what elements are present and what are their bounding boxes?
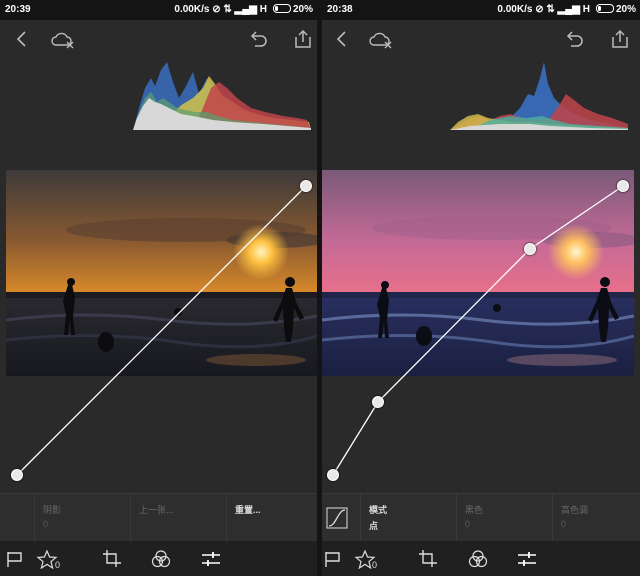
histogram (450, 62, 628, 130)
bottom-toolbar: 0 (0, 541, 317, 576)
control-mode[interactable]: 模式 点 (360, 494, 457, 541)
network-speed: 0.00K/s ⊘ ⇅ ▂▄▆ H (497, 4, 590, 15)
photo-preview (6, 170, 317, 376)
status-bar: 20:38 0.00K/s ⊘ ⇅ ▂▄▆ H 20% (322, 0, 640, 20)
battery-icon (595, 4, 614, 13)
curve-icon (326, 507, 348, 529)
control-mode-value: 点 (369, 521, 379, 531)
status-time: 20:38 (327, 4, 353, 15)
battery-icon (272, 4, 291, 13)
bottom-toolbar: 0 (322, 541, 640, 576)
rating-count: 0 (372, 560, 378, 570)
rating-count: 0 (55, 560, 61, 570)
network-speed: 0.00K/s ⊘ ⇅ ▂▄▆ H (174, 4, 267, 15)
battery-indicator: 20% (272, 4, 313, 15)
curve-mode-button[interactable] (322, 494, 360, 541)
signal-type: H (259, 4, 267, 15)
curve-point-shadows[interactable] (372, 396, 384, 408)
control-shadows-label: 阴影 (43, 505, 62, 515)
curve-point-black[interactable] (11, 469, 23, 481)
network-speed-text: 0.00K/s (174, 4, 210, 15)
curve-point-white[interactable] (617, 180, 629, 192)
top-toolbar (0, 20, 317, 58)
curve-point-midtones[interactable] (524, 243, 536, 255)
previous-button[interactable]: 上一张... (130, 494, 227, 541)
network-speed-text: 0.00K/s (497, 4, 533, 15)
right-editor-panel: 20:38 0.00K/s ⊘ ⇅ ▂▄▆ H 20% 模式 点 黑色 0 高色… (322, 0, 640, 576)
histogram (133, 62, 311, 130)
photo-preview (322, 170, 634, 376)
share-icon[interactable] (291, 28, 315, 50)
control-highlights[interactable]: 高色调 0 (552, 494, 640, 541)
cloud-off-icon[interactable] (48, 28, 76, 50)
back-icon[interactable] (330, 28, 354, 50)
battery-indicator: 20% (595, 4, 636, 15)
reset-button[interactable]: 重置... (226, 494, 317, 541)
top-toolbar (322, 20, 640, 58)
sunset-beach-image (6, 170, 317, 376)
undo-icon[interactable] (562, 28, 586, 50)
color-circles-icon[interactable] (467, 549, 489, 569)
curve-point-black[interactable] (327, 469, 339, 481)
control-blacks-value: 0 (465, 519, 471, 529)
back-icon[interactable] (10, 28, 34, 50)
control-shadows-value: 0 (43, 519, 49, 529)
curve-point-white[interactable] (300, 180, 312, 192)
flag-icon[interactable] (322, 549, 344, 569)
cloud-off-icon[interactable] (366, 28, 394, 50)
control-blacks[interactable]: 黑色 0 (456, 494, 553, 541)
battery-text: 20% (615, 4, 636, 15)
share-icon[interactable] (608, 28, 632, 50)
adjustment-controls: 模式 点 黑色 0 高色调 0 (322, 493, 640, 541)
color-circles-icon[interactable] (150, 549, 172, 569)
control-shadows[interactable]: 阴影 0 (34, 494, 131, 541)
signal-type: H (582, 4, 590, 15)
control-blacks-label: 黑色 (465, 505, 484, 515)
control-highlights-value: 0 (561, 519, 567, 529)
control-mode-label: 模式 (369, 505, 388, 515)
status-time: 20:39 (5, 4, 31, 15)
crop-icon[interactable] (417, 549, 439, 569)
battery-text: 20% (292, 4, 313, 15)
adjust-sliders-icon[interactable] (516, 549, 538, 569)
reset-label: 重置... (235, 505, 261, 515)
flag-icon[interactable] (4, 549, 26, 569)
adjustment-controls: 阴影 0 上一张... 重置... (0, 493, 317, 541)
crop-icon[interactable] (101, 549, 123, 569)
status-bar: 20:39 0.00K/s ⊘ ⇅ ▂▄▆ H 20% (0, 0, 317, 20)
control-highlights-label: 高色调 (561, 505, 589, 515)
undo-icon[interactable] (246, 28, 270, 50)
left-editor-panel: 20:39 0.00K/s ⊘ ⇅ ▂▄▆ H 20% 阴影 0 上一张... … (0, 0, 317, 576)
sunset-beach-image (322, 170, 634, 376)
adjust-sliders-icon[interactable] (200, 549, 222, 569)
previous-label: 上一张... (139, 505, 174, 515)
